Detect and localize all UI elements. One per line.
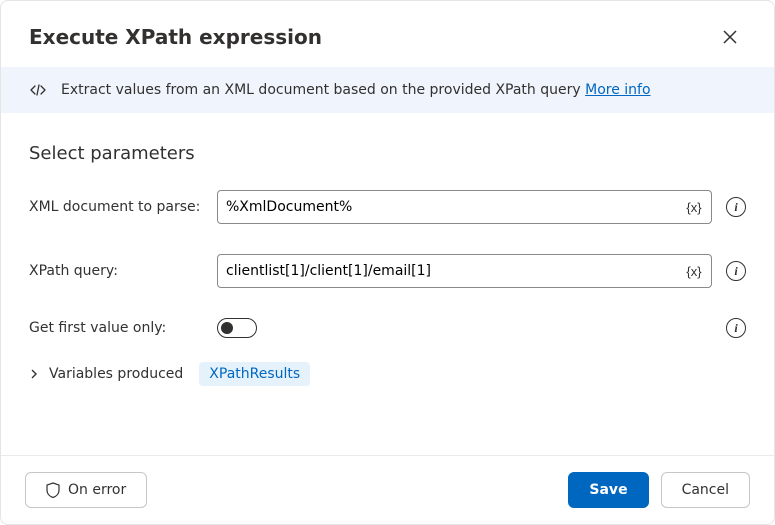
variable-chip[interactable]: XPathResults [199,362,310,386]
dialog-window: Execute XPath expression Extract values … [0,0,775,525]
save-button[interactable]: Save [568,472,648,508]
chevron-right-icon [29,369,39,379]
param-row-xml-document: XML document to parse: {x} i [29,190,746,224]
info-text: Extract values from an XML document base… [61,82,651,98]
footer-right: Save Cancel [568,472,750,508]
param-row-first-only: Get first value only: i [29,318,746,338]
close-icon [723,30,737,44]
cancel-button[interactable]: Cancel [661,472,750,508]
xml-document-input-wrap[interactable]: {x} [217,190,712,224]
first-only-toggle[interactable] [217,318,257,338]
dialog-body: Select parameters XML document to parse:… [1,113,774,455]
section-title: Select parameters [29,143,746,164]
on-error-label: On error [68,482,126,498]
dialog-title: Execute XPath expression [29,25,322,49]
dialog-footer: On error Save Cancel [1,455,774,524]
variables-produced-row[interactable]: Variables produced XPathResults [29,362,746,386]
xpath-query-label: XPath query: [29,263,207,279]
xpath-query-input-wrap[interactable]: {x} [217,254,712,288]
xml-document-label: XML document to parse: [29,199,207,215]
code-icon [29,81,47,99]
info-text-body: Extract values from an XML document base… [61,82,585,98]
first-only-label: Get first value only: [29,320,207,336]
info-banner: Extract values from an XML document base… [1,67,774,113]
insert-variable-button[interactable]: {x} [681,258,707,284]
on-error-button[interactable]: On error [25,472,147,508]
shield-icon [46,482,60,498]
insert-variable-button[interactable]: {x} [681,194,707,220]
info-icon[interactable]: i [726,197,746,217]
info-icon[interactable]: i [726,261,746,281]
info-icon[interactable]: i [726,318,746,338]
xpath-query-input[interactable] [226,263,679,279]
toggle-knob [221,322,233,334]
dialog-header: Execute XPath expression [1,1,774,67]
param-row-xpath-query: XPath query: {x} i [29,254,746,288]
xml-document-input[interactable] [226,199,679,215]
more-info-link[interactable]: More info [585,82,650,98]
close-button[interactable] [714,21,746,53]
variables-produced-label: Variables produced [49,366,183,382]
